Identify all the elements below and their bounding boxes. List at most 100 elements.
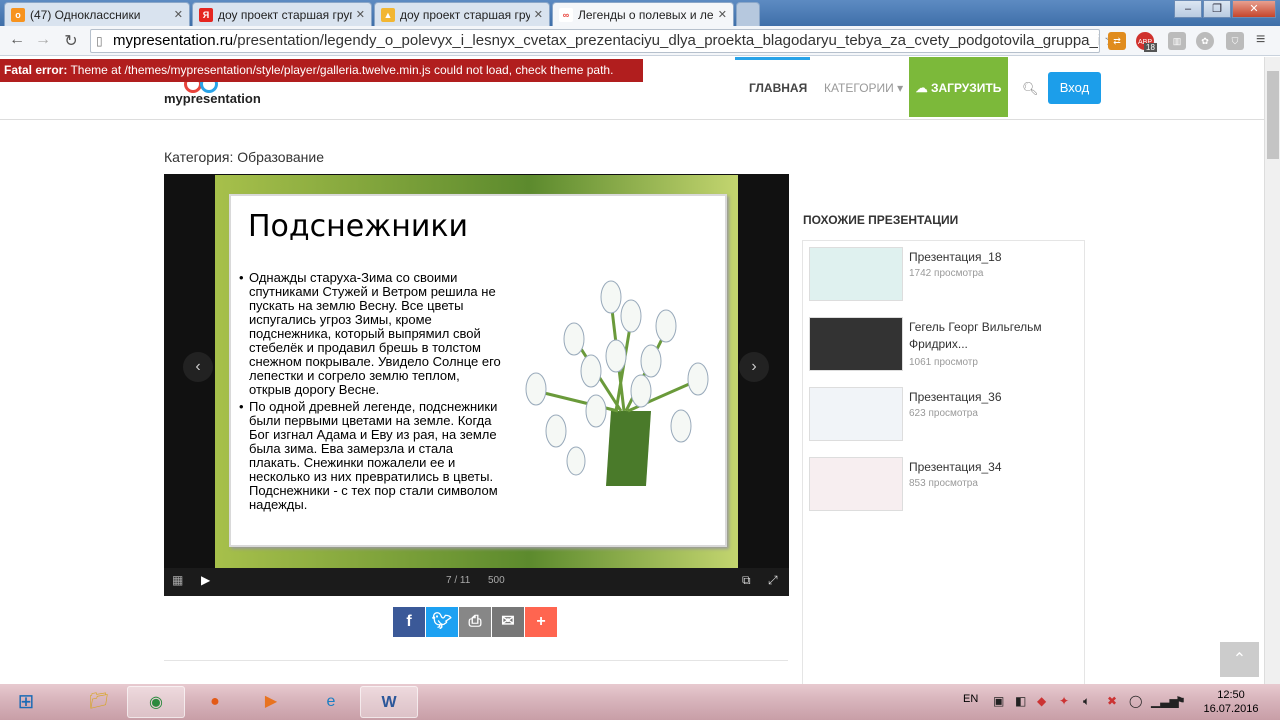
thumbnails-icon[interactable]: ▦ — [172, 573, 183, 587]
scrollbar-thumb[interactable] — [1267, 71, 1279, 159]
translate-extension-icon[interactable]: ⇄ — [1108, 32, 1126, 50]
play-icon[interactable]: ▶ — [201, 573, 210, 587]
similar-views: 853 просмотра — [909, 478, 978, 489]
new-tab-button[interactable] — [736, 2, 760, 26]
upload-label: ЗАГРУЗИТЬ — [930, 81, 1002, 95]
similar-item[interactable]: Презентация_34 853 просмотра — [809, 451, 1081, 515]
next-slide-button[interactable]: › — [739, 352, 769, 382]
tray-icon[interactable]: ▣ — [993, 694, 1004, 708]
firefox-icon[interactable]: ● — [186, 686, 244, 718]
mypresentation-icon: ∞ — [559, 7, 573, 22]
minimize-icon[interactable]: – — [1174, 0, 1202, 18]
tray-icon[interactable]: ◆ — [1037, 694, 1046, 708]
yandex-icon: Я — [199, 7, 213, 22]
facebook-share-icon[interactable]: f — [393, 607, 425, 637]
start-button-icon[interactable]: ⊞ — [2, 686, 50, 718]
fullscreen-icon[interactable]: ⤢ — [768, 573, 778, 588]
close-tab-icon[interactable]: ✕ — [718, 8, 727, 21]
browser-tab[interactable]: Я доу проект старшая груп ✕ — [192, 2, 372, 26]
page-scrollbar[interactable] — [1264, 57, 1280, 684]
url-path: /presentation/legendy_o_polevyx_i_lesnyx… — [233, 32, 1100, 49]
browser-tab[interactable]: о (47) Одноклассники ✕ — [4, 2, 190, 26]
volume-icon[interactable]: 🔈︎ — [1083, 694, 1090, 709]
print-icon[interactable]: ⎙ — [459, 607, 491, 637]
similar-title[interactable]: Гегель Георг Вильгельм Фридрих... — [909, 319, 1079, 353]
similar-list: Презентация_18 1742 просмотра Гегель Гео… — [802, 240, 1085, 684]
similar-views: 1061 просмотр — [909, 357, 978, 368]
windows-taskbar: ⊞ 📁︎ ◉ ● ▶ e W EN ▣ ◧ ◆ ✦ 🔈︎ ✖ ◯ ▁▃▅ ⚑ 1… — [0, 684, 1280, 720]
barcode-extension-icon[interactable]: ▥ — [1168, 32, 1186, 50]
similar-title[interactable]: Презентация_36 — [909, 389, 1079, 406]
back-icon[interactable]: ← — [6, 31, 28, 49]
forward-icon[interactable]: → — [32, 31, 54, 49]
slide-title: Подснежники — [248, 209, 468, 244]
nav-active-indicator — [735, 57, 810, 60]
share-buttons: f 🐦︎ ⎙ ✉ + — [393, 607, 557, 637]
browser-tab[interactable]: ▲ доу проект старшая груп ✕ — [374, 2, 550, 26]
similar-item[interactable]: Презентация_18 1742 просмотра — [809, 241, 1081, 305]
login-button[interactable]: Вход — [1048, 72, 1101, 104]
similar-thumbnail — [809, 457, 903, 511]
slide-bullet: Однажды старуха-Зима со своими спутникам… — [239, 271, 501, 397]
upload-button[interactable]: ☁ ЗАГРУЗИТЬ — [909, 57, 1008, 117]
language-indicator[interactable]: EN — [963, 693, 978, 705]
back-to-top-button[interactable]: ⌃ — [1220, 642, 1259, 677]
tray-icon[interactable]: ◧ — [1015, 694, 1026, 708]
similar-views: 623 просмотра — [909, 408, 978, 419]
player-controls: ▦ ▶ 7 / 11 500 ⧉ ⤢ — [164, 568, 789, 596]
word-icon[interactable]: W — [360, 686, 418, 718]
flag-icon[interactable]: ⚑ — [1175, 694, 1186, 708]
twitter-share-icon[interactable]: 🐦︎ — [426, 607, 458, 637]
browser-tab-active[interactable]: ∞ Легенды о полевых и лес ✕ — [552, 2, 734, 26]
popout-icon[interactable]: ⧉ — [742, 573, 751, 588]
browser-toolbar: ← → ↻ ▯ mypresentation.ru/presentation/l… — [0, 26, 1280, 56]
slide-text: Однажды старуха-Зима со своими спутникам… — [239, 271, 501, 515]
system-clock[interactable]: 12:50 16.07.2016 — [1196, 688, 1266, 716]
similar-title[interactable]: Презентация_34 — [909, 459, 1079, 476]
browser-tab-bar: о (47) Одноклассники ✕ Я доу проект стар… — [0, 0, 1280, 26]
window-controls: – ❐ ✕ — [1173, 0, 1276, 18]
slide-bullet: По одной древней легенде, подснежники бы… — [239, 400, 501, 512]
explorer-icon[interactable]: 📁︎ — [70, 686, 128, 718]
slide-size: 500 — [488, 575, 505, 586]
media-player-icon[interactable]: ▶ — [242, 686, 300, 718]
address-bar[interactable]: ▯ mypresentation.ru/presentation/legendy… — [90, 29, 1100, 53]
similar-heading: ПОХОЖИЕ ПРЕЗЕНТАЦИИ — [803, 213, 959, 227]
prev-slide-button[interactable]: ‹ — [183, 352, 213, 382]
similar-item[interactable]: Презентация_36 623 просмотра — [809, 381, 1081, 445]
slide: Подснежники Однажды старуха-Зима со свои… — [215, 175, 738, 568]
email-icon[interactable]: ✉ — [492, 607, 524, 637]
category-line: Категория: Образование — [164, 149, 325, 165]
reload-icon[interactable]: ↻ — [60, 31, 82, 51]
close-tab-icon[interactable]: ✕ — [356, 8, 365, 21]
similar-title[interactable]: Презентация_18 — [909, 249, 1079, 266]
extension-badge: 18 — [1144, 43, 1157, 52]
tray-icon[interactable]: ✖ — [1107, 694, 1117, 708]
close-window-icon[interactable]: ✕ — [1232, 0, 1276, 18]
chrome-icon[interactable]: ◉ — [127, 686, 185, 718]
tray-icon[interactable]: ◯ — [1129, 694, 1142, 708]
menu-icon[interactable]: ≡ — [1256, 31, 1265, 49]
similar-thumbnail — [809, 247, 903, 301]
divider — [164, 660, 788, 661]
nav-home[interactable]: ГЛАВНАЯ — [749, 81, 807, 95]
cloud-upload-icon: ☁ — [915, 81, 931, 95]
close-tab-icon[interactable]: ✕ — [174, 8, 183, 21]
close-tab-icon[interactable]: ✕ — [534, 8, 543, 21]
similar-thumbnail — [809, 387, 903, 441]
similar-item[interactable]: Гегель Георг Вильгельм Фридрих... 1061 п… — [809, 311, 1081, 375]
shield-extension-icon[interactable]: ⛉ — [1226, 32, 1244, 50]
clock-time: 12:50 — [1217, 689, 1245, 701]
internet-explorer-icon[interactable]: e — [302, 686, 360, 718]
site-logo[interactable]: mypresentation — [164, 91, 261, 106]
settings-extension-icon[interactable]: ✿ — [1196, 32, 1214, 50]
search-icon[interactable]: 🔍︎ — [1022, 81, 1039, 97]
more-share-icon[interactable]: + — [525, 607, 557, 637]
nav-categories[interactable]: КАТЕГОРИИ ▾ — [824, 81, 903, 95]
tray-icon[interactable]: ✦ — [1059, 694, 1069, 708]
similar-thumbnail — [809, 317, 903, 371]
maximize-icon[interactable]: ❐ — [1203, 0, 1231, 18]
error-message: Theme at /themes/mypresentation/style/pl… — [67, 63, 614, 77]
presentation-player: Подснежники Однажды старуха-Зима со свои… — [164, 174, 789, 596]
web-page: mypresentation ГЛАВНАЯ КАТЕГОРИИ ▾ ☁ ЗАГ… — [0, 57, 1264, 684]
